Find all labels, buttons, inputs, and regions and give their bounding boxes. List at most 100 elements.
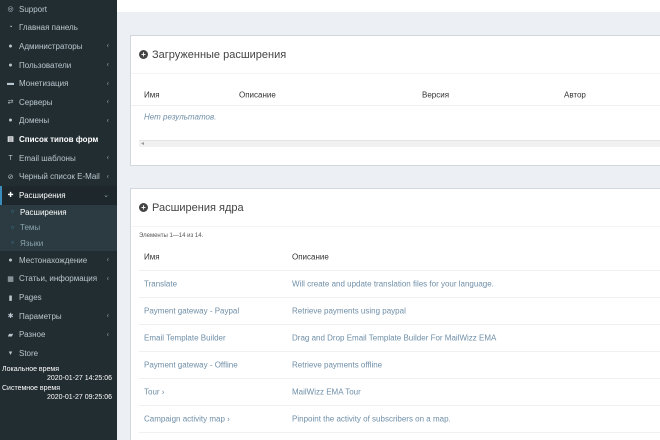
sidebar-subitem-themes[interactable]: ○ Темы	[0, 220, 117, 236]
chevron-left-icon: ‹	[106, 331, 109, 339]
sidebar-item-label: Пользователи	[19, 60, 72, 70]
extension-description: Retrieve payments offline	[292, 360, 383, 370]
sidebar-item-form-types[interactable]: ▤ Список типов форм	[0, 130, 117, 149]
circle-icon: ○	[10, 240, 15, 247]
chevron-left-icon: ‹	[106, 80, 109, 88]
column-header-description[interactable]: Описание	[239, 90, 276, 99]
local-time-value: 2020-01-27 14:25:06	[47, 375, 112, 383]
sidebar: ◎ Support ◔ Главная панель ● Администраторы…	[0, 0, 117, 440]
puzzle-icon: ✚	[7, 192, 14, 200]
user-icon: ●	[8, 42, 13, 50]
sidebar-item-users[interactable]: ● Пользователи ‹	[0, 56, 117, 75]
table-header-row: Имя Описание	[139, 244, 660, 271]
extension-name-link[interactable]: Email Template Builder	[144, 334, 226, 343]
panel-title: Расширения ядра	[152, 201, 244, 214]
sidebar-item-store[interactable]: ▾ Store	[0, 344, 117, 363]
sidebar-item-label: Черный список E-Mail	[19, 172, 100, 182]
plus-circle-icon: +	[139, 203, 148, 212]
sidebar-item-label: Email шаблоны	[19, 153, 76, 163]
cog-icon: ✱	[7, 313, 14, 321]
column-header-description[interactable]: Описание	[292, 253, 329, 262]
folder-icon: ▰	[7, 331, 14, 339]
loaded-extensions-panel: + Загруженные расширения Имя Описание Ве…	[130, 35, 660, 166]
sidebar-item-servers[interactable]: ⇄ Серверы ‹	[0, 93, 117, 112]
empty-results-text: Нет результатов.	[144, 112, 217, 122]
table-row: Translate Will create and update transla…	[139, 271, 660, 298]
sidebar-menu: ◎ Support ◔ Главная панель ● Администраторы…	[0, 0, 117, 205]
plus-circle-icon: +	[139, 50, 148, 59]
sidebar-item-monetization[interactable]: ▬ Монетизация ‹	[0, 74, 117, 93]
sidebar-item-label: Разное	[19, 330, 46, 340]
sidebar-item-label: Местонахождение	[19, 255, 88, 265]
system-time-label: Системное время	[2, 384, 61, 392]
sidebar-item-domains[interactable]: ● Домены ‹	[0, 112, 117, 131]
sidebar-item-label: Список типов форм	[19, 134, 99, 144]
panel-header: + Загруженные расширения	[131, 36, 660, 74]
chevron-left-icon: ‹	[106, 256, 109, 264]
system-time-info: Локальное время 2020-01-27 14:25:06 Сист…	[0, 363, 117, 403]
panel-title: Загруженные расширения	[152, 48, 287, 61]
globe-icon: ●	[8, 117, 13, 125]
table-row: Нет результатов.	[131, 106, 660, 128]
horizontal-scrollbar[interactable]: ◂	[139, 140, 660, 147]
sidebar-item-label: Расширения	[19, 190, 66, 200]
sidebar-item-label: Администраторы	[19, 41, 83, 51]
sidebar-item-label: Store	[19, 348, 39, 358]
sidebar-item-location[interactable]: ● Местонахождение ‹	[0, 251, 117, 270]
table-header-row: Имя Описание Версия Автор	[131, 84, 660, 106]
life-ring-icon: ◎	[7, 6, 14, 14]
local-time-label: Локальное время	[2, 365, 60, 373]
sidebar-item-extensions[interactable]: ✚ Расширения ⌄	[0, 185, 117, 205]
sidebar-menu-lower: ● Местонахождение ‹ ▦ Статьи, информация ‹ ▮…	[0, 251, 117, 363]
sidebar-subitem-languages[interactable]: ○ Языки	[0, 236, 117, 252]
map-marker-icon: ●	[8, 256, 13, 264]
column-header-author[interactable]: Автор	[564, 90, 586, 99]
column-header-name[interactable]: Имя	[144, 90, 160, 99]
extension-description: Drag and Drop Email Template Builder For…	[292, 333, 497, 343]
system-time-value: 2020-01-27 09:25:06	[47, 394, 112, 402]
sidebar-subitem-extensions[interactable]: ○ Расширения	[0, 205, 117, 221]
ban-icon: ⊘	[7, 173, 14, 181]
sidebar-item-articles[interactable]: ▦ Статьи, информация ‹	[0, 270, 117, 289]
circle-icon: ○	[10, 224, 15, 231]
book-icon: ▦	[7, 275, 14, 283]
chevron-left-icon: ‹	[106, 173, 109, 181]
chevron-left-icon: ‹	[106, 312, 109, 320]
dashboard-icon: ◔	[8, 24, 13, 32]
scroll-left-arrow-icon[interactable]: ◂	[141, 140, 144, 147]
panel-header: + Расширения ядра	[131, 189, 660, 227]
chevron-left-icon: ‹	[106, 61, 109, 69]
extension-name-link[interactable]: Tour ›	[144, 388, 164, 397]
extension-name-link[interactable]: Payment gateway - Offline	[144, 361, 238, 370]
core-extensions-table: Имя Описание Translate Will create and u…	[139, 244, 660, 433]
users-icon: ●	[8, 61, 13, 69]
column-header-name[interactable]: Имя	[144, 253, 160, 262]
extension-description: MailWizz EMA Tour	[292, 387, 361, 397]
sidebar-item-label: Статьи, информация	[19, 274, 98, 284]
extension-name-link[interactable]: Campaign activity map ›	[144, 415, 230, 424]
sidebar-item-pages[interactable]: ▮ Pages	[0, 288, 117, 307]
chevron-left-icon: ‹	[106, 117, 109, 125]
extension-name-link[interactable]: Payment gateway - Paypal	[144, 307, 239, 316]
sidebar-item-admins[interactable]: ● Администраторы ‹	[0, 37, 117, 56]
column-header-version[interactable]: Версия	[422, 90, 449, 99]
extension-description: Pinpoint the activity of subscribers on …	[292, 414, 451, 424]
main-content: + Загруженные расширения Имя Описание Ве…	[117, 0, 660, 440]
extension-name-link[interactable]: Translate	[144, 280, 177, 289]
core-extensions-panel: + Расширения ядра Элементы 1—14 из 14. И…	[130, 188, 660, 440]
sidebar-item-support[interactable]: ◎ Support	[0, 0, 117, 19]
money-icon: ▬	[7, 80, 14, 88]
circle-icon: ○	[10, 209, 15, 216]
sidebar-item-label: Support	[19, 4, 48, 14]
sidebar-item-misc[interactable]: ▰ Разное ‹	[0, 325, 117, 344]
sidebar-subitem-label: Языки	[20, 238, 44, 248]
sidebar-subitem-label: Расширения	[20, 207, 67, 217]
sidebar-item-label: Домены	[19, 116, 50, 126]
chevron-down-icon: ⌄	[103, 192, 109, 200]
sidebar-item-email-blacklist[interactable]: ⊘ Черный список E-Mail ‹	[0, 167, 117, 186]
sidebar-item-dashboard[interactable]: ◔ Главная панель	[0, 19, 117, 38]
table-row: Payment gateway - Paypal Retrieve paymen…	[139, 298, 660, 325]
sidebar-item-email-templates[interactable]: T Email шаблоны ‹	[0, 149, 117, 168]
sidebar-item-settings[interactable]: ✱ Параметры ‹	[0, 307, 117, 326]
table-row: Email Template Builder Drag and Drop Ema…	[139, 325, 660, 352]
